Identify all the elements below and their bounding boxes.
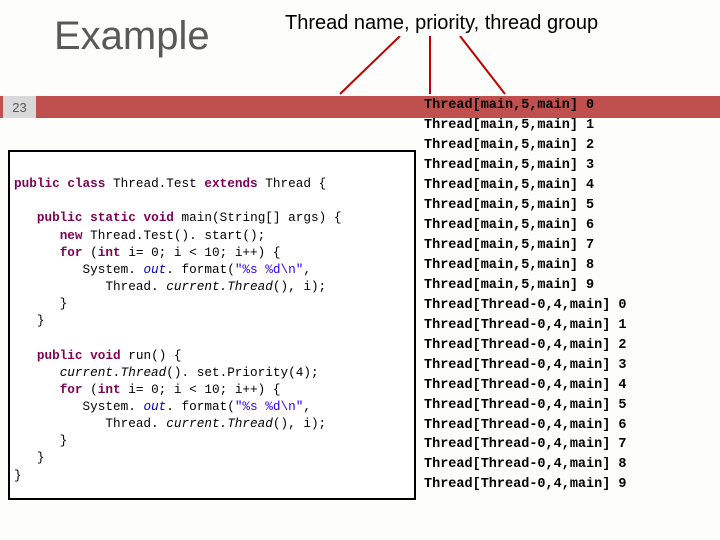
slide-header: Example Thread name, priority, thread gr… <box>0 0 720 96</box>
slide-subtitle: Thread name, priority, thread group <box>285 12 598 35</box>
code-listing: public class Thread.Test extends Thread … <box>8 150 416 500</box>
page-number: 23 <box>3 96 36 118</box>
program-output: Thread[main,5,main] 0 Thread[main,5,main… <box>424 96 714 504</box>
slide-title: Example <box>54 14 210 59</box>
pointer-arrows <box>330 36 530 96</box>
